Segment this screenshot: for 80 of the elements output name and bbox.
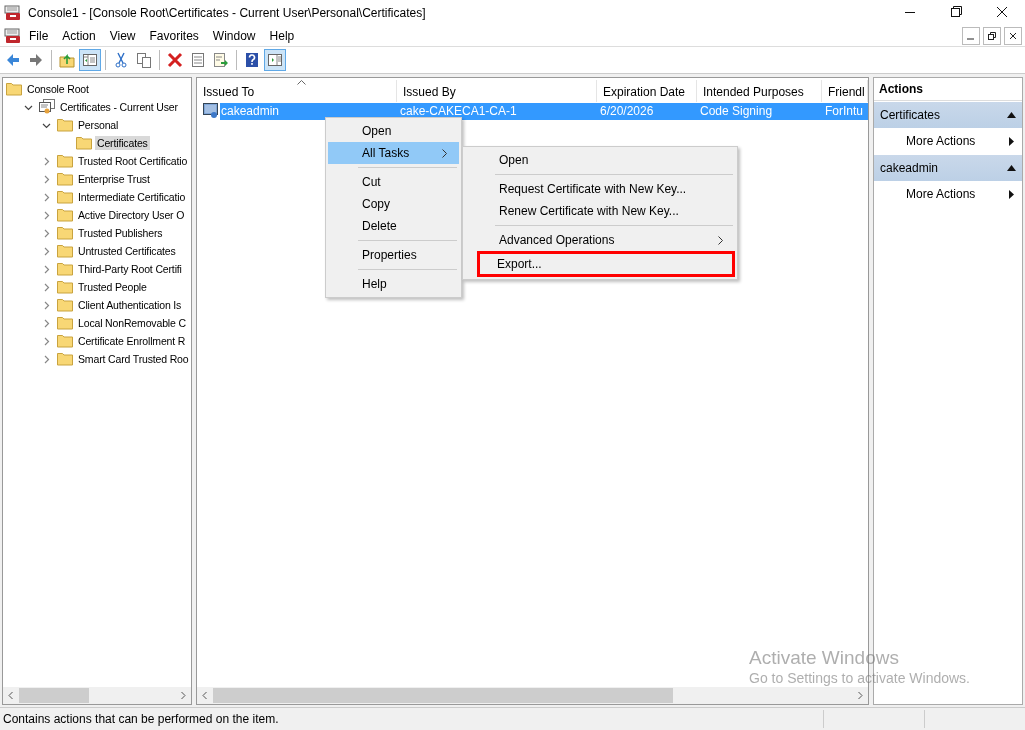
console-icon [4, 5, 22, 21]
tree-item[interactable]: Certificates [95, 136, 150, 150]
folder-icon [76, 136, 92, 150]
menu-item[interactable]: Favorites [142, 29, 206, 43]
tree-item[interactable]: Client Authentication Is [76, 298, 184, 312]
tree-item[interactable]: Active Directory User O [76, 208, 187, 222]
table-cell-text: 6/20/2026 [599, 104, 655, 118]
folder-icon [57, 316, 73, 330]
collapse-arrow-icon[interactable] [1007, 112, 1016, 118]
status-text: Contains actions that can be performed on the item. [2, 712, 279, 726]
column-header[interactable]: Issued To [197, 80, 397, 102]
tree-item[interactable]: Certificate Enrollment R [76, 334, 188, 348]
folder-icon [57, 280, 73, 294]
menu-item[interactable]: Open [465, 149, 735, 171]
menu-item[interactable]: Export... [477, 251, 735, 277]
menu-item[interactable]: Help [262, 29, 302, 43]
column-header[interactable]: Issued By [397, 80, 597, 102]
menu-item[interactable]: Properties [328, 244, 459, 266]
scrollbar[interactable] [197, 687, 868, 704]
tree-item[interactable]: Trusted Publishers [76, 226, 165, 240]
tree-item[interactable]: Personal [76, 118, 121, 132]
menu-item[interactable]: View [102, 29, 143, 43]
tree-item[interactable]: Console Root [25, 82, 91, 96]
action-link[interactable]: More Actions [874, 128, 1022, 154]
tree-item[interactable]: Smart Card Trusted Roo [76, 352, 191, 366]
collapse-arrow-icon[interactable] [1007, 165, 1016, 171]
menu-item[interactable]: Request Certificate with New Key... [465, 178, 735, 200]
submenu-arrow-icon [1009, 136, 1014, 146]
action-link[interactable]: More Actions [874, 181, 1022, 207]
tree-item[interactable]: Untrusted Certificates [76, 244, 178, 258]
menu-item[interactable]: Help [328, 273, 459, 295]
folder-icon [6, 82, 22, 96]
folder-icon [57, 262, 73, 276]
menu-item[interactable]: Open [328, 120, 459, 142]
menu-item[interactable]: Advanced Operations [465, 229, 735, 251]
folder-icon [57, 244, 73, 258]
restore-icon[interactable] [983, 27, 1001, 45]
tree-item[interactable]: Trusted Root Certificatio [76, 154, 190, 168]
folder-icon [57, 334, 73, 348]
table-cell-text: cake-CAKECA1-CA-1 [399, 104, 518, 118]
tree-item[interactable]: Enterprise Trust [76, 172, 152, 186]
pane-icon[interactable] [264, 49, 286, 71]
actions-section-header[interactable]: cakeadmin [874, 155, 1022, 181]
menu-item[interactable]: All Tasks [328, 142, 459, 164]
folder-icon [57, 172, 73, 186]
menu-item[interactable]: Copy [328, 193, 459, 215]
folder-icon [57, 154, 73, 168]
folder-icon [57, 298, 73, 312]
tree-item[interactable]: Intermediate Certificatio [76, 190, 188, 204]
folder-icon [57, 208, 73, 222]
folder-icon [57, 118, 73, 132]
tree-item[interactable]: Certificates - Current User [58, 100, 180, 114]
menu-item[interactable]: Window [205, 29, 263, 43]
window-title: Console1 - [Console Root\Certificates - Current User\Personal\Certificates] [28, 6, 426, 20]
folder-icon [57, 226, 73, 240]
console-icon [4, 28, 22, 44]
menu-item[interactable]: Renew Certificate with New Key... [465, 200, 735, 222]
menu-item[interactable]: Action [55, 29, 103, 43]
tree-item[interactable]: Local NonRemovable C [76, 316, 188, 330]
tree-item[interactable]: Trusted People [76, 280, 149, 294]
menu-item[interactable]: Delete [328, 215, 459, 237]
menu-item[interactable]: File [22, 29, 56, 43]
table-cell-text: cakeadmin [220, 104, 281, 118]
pane-icon[interactable] [79, 49, 101, 71]
table-cell-text: Code Signing [699, 104, 774, 118]
menu-item[interactable]: Cut [328, 171, 459, 193]
submenu-arrow-icon [1009, 189, 1014, 199]
actions-title: Actions [874, 78, 1022, 101]
folder-icon [57, 352, 73, 366]
certificate-store-icon [39, 99, 55, 115]
close-icon[interactable] [1004, 27, 1022, 45]
table-cell-text: ForIntu [824, 104, 864, 118]
actions-section-header[interactable]: Certificates [874, 102, 1022, 128]
folder-icon [57, 190, 73, 204]
certificate-icon [203, 103, 219, 119]
column-header[interactable]: Expiration Date [597, 80, 697, 102]
column-header[interactable]: Friendl [822, 80, 868, 102]
column-header[interactable]: Intended Purposes [697, 80, 822, 102]
tree-item[interactable]: Third-Party Root Certifi [76, 262, 184, 276]
scrollbar[interactable] [3, 687, 191, 704]
